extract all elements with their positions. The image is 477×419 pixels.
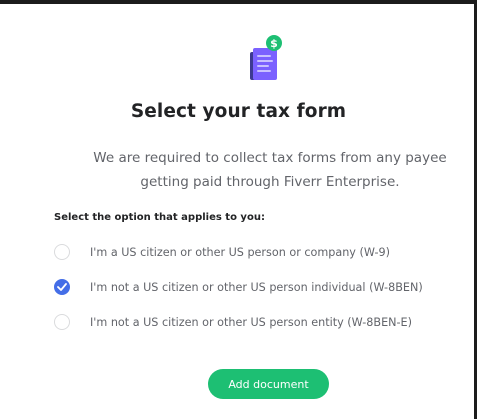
radio-w8bene[interactable] (54, 314, 70, 330)
option-w8bene[interactable]: I'm not a US citizen or other US person … (54, 312, 412, 332)
checkmark-icon (57, 283, 67, 291)
dialog-description: We are required to collect tax forms fro… (60, 146, 477, 194)
option-w9[interactable]: I'm a US citizen or other US person or c… (54, 242, 390, 262)
option-w9-label: I'm a US citizen or other US person or c… (90, 245, 390, 259)
radio-w9[interactable] (54, 244, 70, 260)
tax-document-dollar-icon: $ (247, 34, 291, 82)
description-line-1: We are required to collect tax forms fro… (93, 150, 447, 166)
option-w8bene-label: I'm not a US citizen or other US person … (90, 315, 412, 329)
description-line-2: getting paid through Fiverr Enterprise. (140, 174, 400, 190)
option-w8ben[interactable]: I'm not a US citizen or other US person … (54, 277, 423, 297)
dialog-frame (0, 0, 477, 419)
options-prompt: Select the option that applies to you: (54, 212, 265, 223)
svg-text:$: $ (270, 37, 278, 50)
option-w8ben-label: I'm not a US citizen or other US person … (90, 280, 423, 294)
add-document-button[interactable]: Add document (208, 369, 329, 399)
dialog-title: Select your tax form (130, 101, 347, 122)
radio-w8ben[interactable] (54, 279, 70, 295)
